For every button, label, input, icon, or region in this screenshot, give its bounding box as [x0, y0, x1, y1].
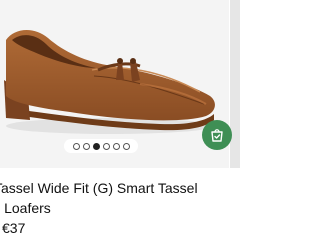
product-image-area[interactable]: [0, 0, 240, 168]
image-carousel-dots: [64, 139, 138, 153]
carousel-dot[interactable]: [92, 142, 100, 150]
carousel-dot[interactable]: [82, 142, 90, 150]
product-title[interactable]: Tassel Wide Fit (G) Smart Tassel il Loaf…: [0, 178, 244, 218]
next-product-preview[interactable]: [229, 0, 240, 168]
product-title-line-1: Tassel Wide Fit (G) Smart Tassel: [0, 180, 198, 196]
shopping-bag-check-icon: [211, 129, 223, 142]
carousel-dot[interactable]: [72, 142, 80, 150]
product-title-line-2: il Loafers: [0, 200, 51, 216]
carousel-dot[interactable]: [122, 142, 130, 150]
carousel-dot[interactable]: [102, 142, 110, 150]
product-price: €37: [2, 220, 26, 236]
carousel-dot[interactable]: [112, 142, 120, 150]
add-to-bag-button[interactable]: [202, 120, 232, 150]
